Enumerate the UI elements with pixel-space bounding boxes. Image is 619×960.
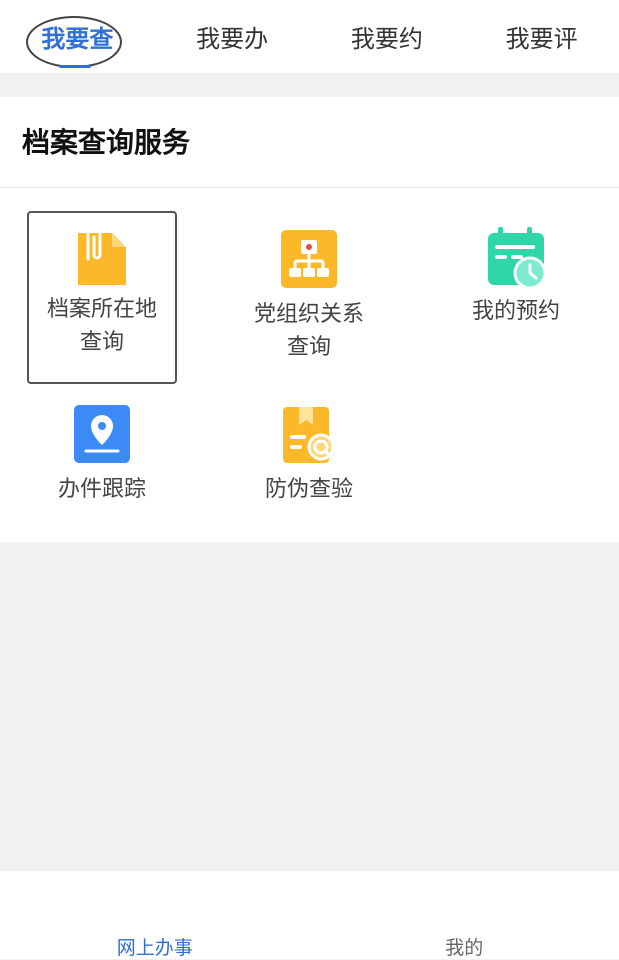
service-label: 办件跟踪 — [37, 473, 167, 506]
bottom-nav: 网上办事 我的 — [0, 871, 619, 959]
location-pin-icon — [72, 405, 132, 467]
service-label: 防伪查验 — [244, 473, 374, 506]
tab-evaluate-label: 我要评 — [506, 19, 578, 54]
tab-appointment[interactable]: 我要约 — [310, 0, 465, 73]
nav-mine[interactable]: 我的 — [310, 871, 619, 959]
verify-search-icon — [279, 405, 339, 467]
service-label: 党组织关系查询 — [244, 298, 374, 364]
party-org-icon — [279, 230, 339, 292]
divider — [0, 187, 619, 188]
service-case-tracking[interactable]: 办件跟踪 — [27, 405, 177, 506]
service-archive-location[interactable]: 档案所在地查询 — [27, 225, 177, 359]
active-tab-underline — [59, 65, 91, 68]
tab-evaluate[interactable]: 我要评 — [464, 0, 619, 73]
service-anti-counterfeit[interactable]: 防伪查验 — [234, 405, 384, 506]
service-card: 档案查询服务 档案所在地查询 党组织关系查询 — [0, 97, 619, 542]
top-tab-bar: 我要查 我要办 我要约 我要评 — [0, 0, 619, 73]
calendar-clock-icon — [486, 227, 546, 289]
service-my-appointments[interactable]: 我的预约 — [441, 227, 591, 328]
service-party-relation[interactable]: 党组织关系查询 — [234, 230, 384, 364]
nav-online-services[interactable]: 网上办事 — [0, 871, 310, 959]
active-tab-highlight — [26, 16, 122, 68]
document-clip-icon — [72, 225, 132, 287]
section-title: 档案查询服务 — [22, 121, 190, 161]
tab-appointment-label: 我要约 — [351, 19, 423, 54]
tab-handle-label: 我要办 — [196, 19, 268, 54]
tab-handle[interactable]: 我要办 — [155, 0, 310, 73]
service-label: 档案所在地查询 — [37, 293, 167, 359]
service-label: 我的预约 — [451, 295, 581, 328]
